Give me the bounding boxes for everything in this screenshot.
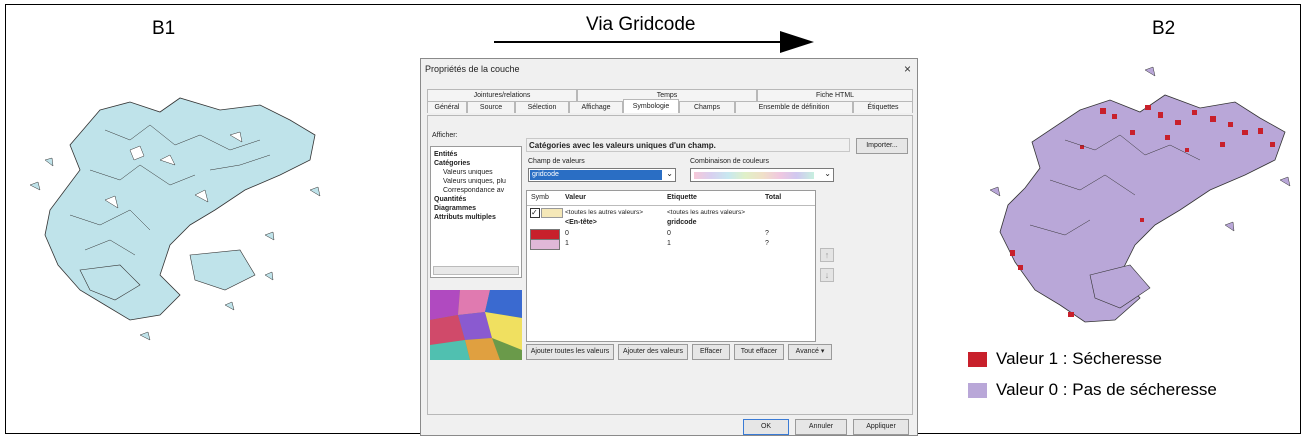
dialog-title: Propriétés de la couche: [425, 64, 520, 74]
row-etiquette-0: 0: [667, 230, 671, 237]
tout-effacer-button[interactable]: Tout effacer: [734, 344, 784, 360]
tree-quantites[interactable]: Quantités: [434, 196, 466, 203]
legend-swatch-secheresse: [968, 352, 987, 367]
legend-label-secheresse: Valeur 1 : Sécheresse: [996, 349, 1162, 368]
tree-scrollbar[interactable]: [433, 266, 519, 275]
legend-swatch-pas-secheresse: [968, 383, 987, 398]
map-b2: [989, 66, 1291, 323]
tab-source[interactable]: Source: [467, 101, 515, 113]
close-icon[interactable]: ×: [904, 62, 911, 76]
tab-general[interactable]: Général: [427, 101, 467, 113]
tree-valeurs-uniques[interactable]: Valeurs uniques: [443, 169, 521, 176]
combi-select[interactable]: ⌄: [690, 168, 834, 182]
row-valeur-entete: <En-tête>: [565, 219, 597, 226]
tree-valeurs-uniques-plusieurs[interactable]: Valeurs uniques, plu: [443, 178, 521, 185]
row-total-1: ?: [765, 240, 769, 247]
col-symb: Symb: [531, 194, 549, 201]
row-valeur-0: 0: [565, 230, 569, 237]
avance-button[interactable]: Avancé ▾: [788, 344, 832, 360]
combi-label: Combinaison de couleurs: [690, 158, 769, 165]
row-valeur-1: 1: [565, 240, 569, 247]
tab-symbologie[interactable]: Symbologie: [623, 99, 679, 113]
symbologie-panel: Afficher: Entités Catégories Valeurs uni…: [427, 115, 913, 415]
renderer-header: Catégories avec les valeurs uniques d'un…: [529, 141, 716, 150]
row-swatch-autres[interactable]: [541, 208, 563, 218]
effacer-button[interactable]: Effacer: [692, 344, 730, 360]
row-swatch-1[interactable]: [530, 239, 560, 250]
renderer-header-box: Catégories avec les valeurs uniques d'un…: [526, 138, 850, 152]
tab-affichage[interactable]: Affichage: [569, 101, 623, 113]
tab-champs[interactable]: Champs: [679, 101, 735, 113]
tree-attributs-multiples[interactable]: Attributs multiples: [434, 214, 496, 221]
ajouter-valeurs-button[interactable]: Ajouter des valeurs: [618, 344, 688, 360]
move-up-icon[interactable]: ↑: [820, 248, 834, 262]
label-b1: B1: [152, 18, 176, 39]
values-table: Symb Valeur Etiquette Total ✓ <toutes le…: [526, 190, 816, 342]
tab-selection[interactable]: Sélection: [515, 101, 569, 113]
row-etiquette-1: 1: [667, 240, 671, 247]
tab-etiquettes[interactable]: Étiquettes: [853, 101, 913, 113]
tree-correspondance[interactable]: Correspondance av: [443, 187, 521, 194]
row-total-0: ?: [765, 230, 769, 237]
tree-categories[interactable]: Catégories: [434, 160, 470, 167]
move-down-icon[interactable]: ↓: [820, 268, 834, 282]
label-b2: B2: [1152, 18, 1176, 39]
afficher-label: Afficher:: [432, 132, 458, 139]
table-header: Symb Valeur Etiquette Total: [527, 191, 815, 206]
renderer-tree: Entités Catégories Valeurs uniques Valeu…: [430, 146, 522, 278]
champ-value: gridcode: [530, 170, 662, 180]
col-etiquette: Etiquette: [667, 194, 697, 201]
row-etiquette-entete: gridcode: [667, 219, 697, 226]
champ-label: Champ de valeurs: [528, 158, 585, 165]
row-etiquette-autres: <toutes les autres valeurs>: [667, 209, 746, 216]
col-total: Total: [765, 194, 782, 201]
tree-entites[interactable]: Entités: [434, 151, 457, 158]
color-ramp: [694, 172, 814, 179]
chevron-down-icon: ⌄: [824, 169, 831, 178]
tree-diagrammes[interactable]: Diagrammes: [434, 205, 476, 212]
tab-ensemble-definition[interactable]: Ensemble de définition: [735, 101, 853, 113]
tab-jointures[interactable]: Jointures/relations: [427, 89, 577, 101]
row-valeur-autres: <toutes les autres valeurs>: [565, 209, 644, 216]
ok-button[interactable]: OK: [743, 419, 789, 435]
layer-properties-dialog: Propriétés de la couche × Jointures/rela…: [420, 58, 918, 436]
row-checkbox[interactable]: ✓: [530, 208, 540, 218]
tab-fiche-html[interactable]: Fiche HTML: [757, 89, 913, 101]
col-valeur: Valeur: [565, 194, 587, 201]
appliquer-button[interactable]: Appliquer: [853, 419, 909, 435]
champ-select[interactable]: gridcode ⌄: [528, 168, 676, 182]
preview-thumbnail: [430, 290, 522, 360]
chevron-down-icon: ⌄: [666, 169, 673, 178]
arrow-right-icon: [494, 31, 814, 53]
ajouter-toutes-button[interactable]: Ajouter toutes les valeurs: [526, 344, 614, 360]
annuler-button[interactable]: Annuler: [795, 419, 847, 435]
legend-label-pas-secheresse: Valeur 0 : Pas de sécheresse: [996, 380, 1217, 399]
map-b1: [29, 97, 321, 341]
importer-button[interactable]: Importer...: [856, 138, 908, 154]
